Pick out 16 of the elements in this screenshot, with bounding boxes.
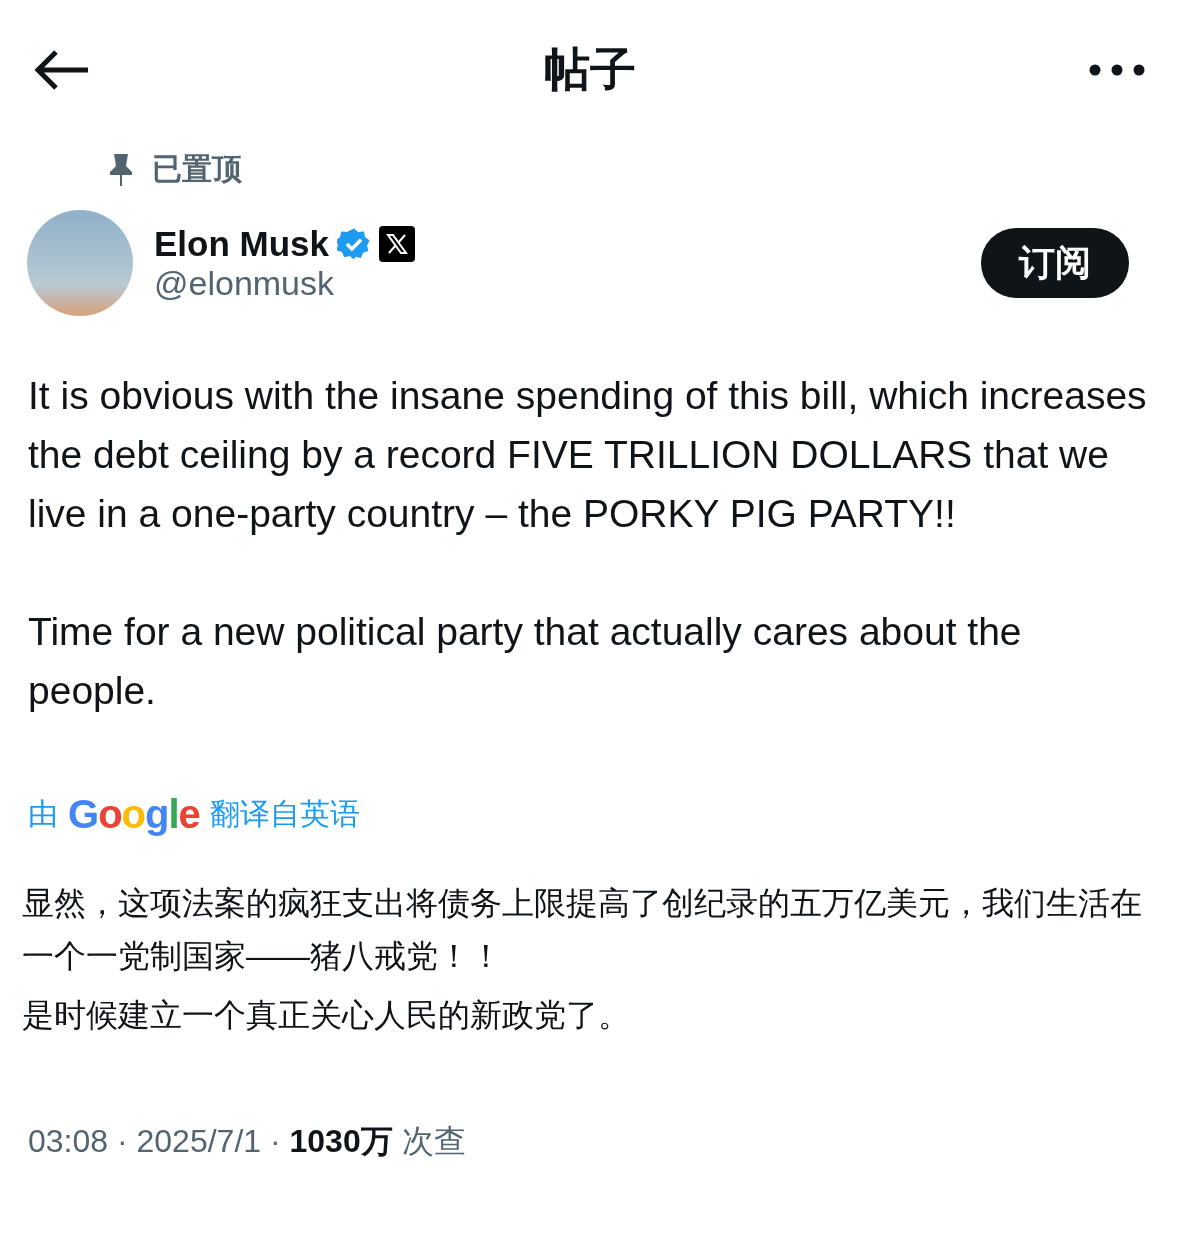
subscribe-button[interactable]: 订阅: [981, 228, 1129, 298]
translated-by-label: 由: [28, 796, 58, 832]
translated-paragraph: 是时候建立一个真正关心人民的新政党了。: [22, 996, 631, 1035]
pinned-label: 已置顶: [152, 150, 242, 187]
post-meta: 03:08 · 2025/7/1 · 1030万 次查: [27, 1122, 467, 1161]
back-arrow-icon: [34, 50, 90, 90]
author-name[interactable]: Elon Musk: [154, 223, 330, 264]
more-icon: [1089, 64, 1145, 76]
x-badge-icon: [379, 225, 416, 262]
translated-paragraph: 显然，这项法案的疯狂支出将债务上限提高了创纪录的五万亿美元，我们生活在一个一党制国家——猪八戒党！！: [22, 884, 1143, 976]
post-paragraph: It is obvious with the insane spending of this bill, which increases the debt ceiling by a record FIVE TRILLION DOLLARS that we live in a one-party country – the PORKY PIG PARTY!!: [28, 373, 1148, 537]
post-paragraph: Time for a new political party that actually cares about the people.: [28, 609, 1023, 714]
page-title: 帖子: [543, 42, 636, 97]
google-logo: Google: [68, 792, 200, 837]
pin-icon: [108, 152, 134, 186]
author-handle[interactable]: @elonmusk: [154, 263, 960, 303]
